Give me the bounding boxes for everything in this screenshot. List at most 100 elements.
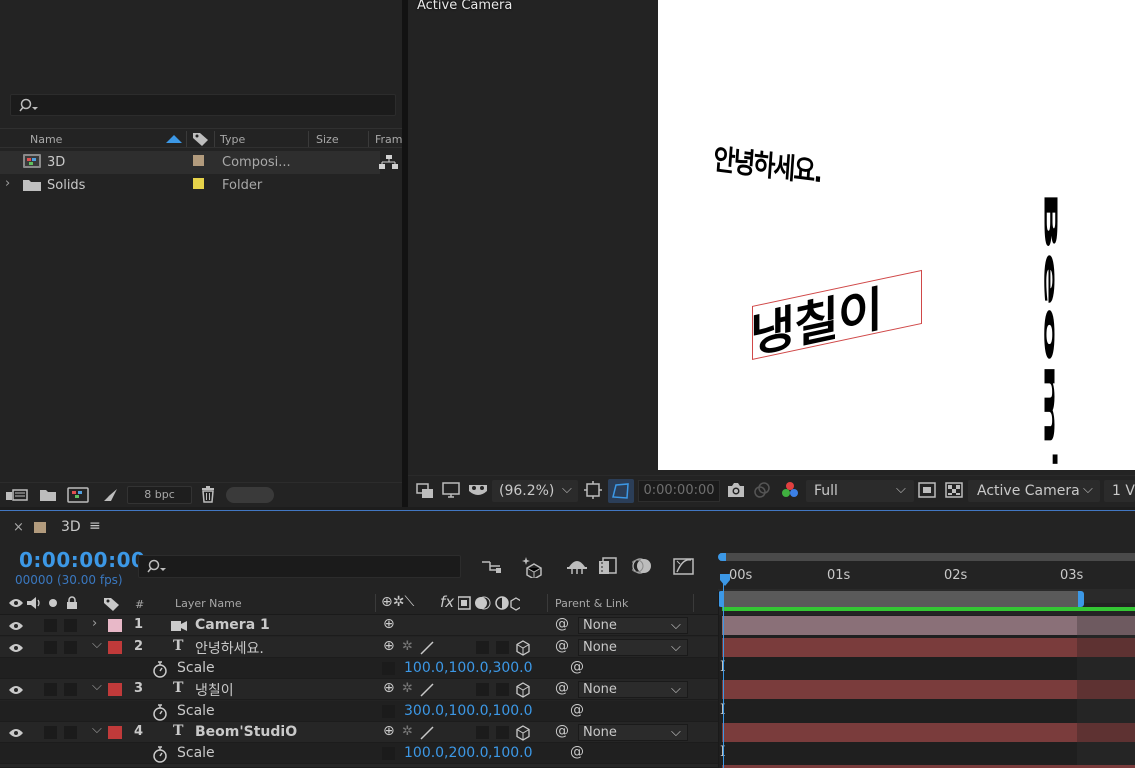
layer-bar-annyeong[interactable] xyxy=(722,638,1077,657)
property-row-scale[interactable]: Scale 100.0 ,200.0 ,100.0 @ xyxy=(0,743,718,764)
layer-label-swatch[interactable] xyxy=(108,619,122,632)
layer-search-input[interactable] xyxy=(138,555,461,578)
shy-switch-icon[interactable]: ⊕ xyxy=(383,680,395,696)
new-folder-icon[interactable] xyxy=(39,488,57,502)
property-row-scale[interactable]: Scale 300.0 ,100.0 ,100.0 @ xyxy=(0,701,718,722)
motion-blur-icon[interactable] xyxy=(632,557,652,575)
collapse-switch-icon[interactable]: ✲ xyxy=(402,639,413,654)
audio-speaker-icon[interactable] xyxy=(26,596,42,610)
scale-z-value[interactable]: ,100.0 xyxy=(488,745,533,761)
always-preview-icon[interactable] xyxy=(416,483,434,499)
adjustment-switch[interactable] xyxy=(476,641,489,654)
canvas-text-beomstudio[interactable]: Beom'StudiO xyxy=(1040,190,1060,470)
lock-switch[interactable] xyxy=(64,641,77,654)
3d-layer-cube-icon[interactable] xyxy=(515,682,531,698)
region-of-interest-icon[interactable] xyxy=(584,481,602,499)
layer-name[interactable]: 냉칠이 xyxy=(195,680,234,700)
layer-bar-camera[interactable] xyxy=(722,616,1077,635)
parent-dropdown[interactable]: None ⌵ xyxy=(578,617,688,634)
shy-switch-icon[interactable]: ⊕ xyxy=(383,616,395,632)
pick-whip-icon[interactable]: @ xyxy=(570,659,584,675)
layer-row-beomstudio[interactable]: ⌵ 4 T Beom'StudiO ⊕ ✲ @ None ⌵ xyxy=(0,722,718,743)
pick-whip-icon[interactable]: @ xyxy=(570,702,584,718)
toggle-transparency-grid-icon[interactable] xyxy=(945,482,963,498)
stopwatch-icon[interactable] xyxy=(152,661,168,678)
solo-switch[interactable] xyxy=(44,726,57,739)
frame-blending-icon[interactable] xyxy=(598,557,618,575)
camera-snapshot-icon[interactable] xyxy=(727,482,745,498)
view-layout-dropdown[interactable]: 1 Vi xyxy=(1104,480,1135,502)
parent-dropdown[interactable]: None ⌵ xyxy=(578,639,688,656)
video-eye-icon[interactable] xyxy=(8,621,24,631)
project-item-solids[interactable]: › Solids Folder xyxy=(0,174,380,197)
thumbnail-slider[interactable] xyxy=(226,487,274,503)
zoom-dropdown[interactable]: (96.2%) ⌵ xyxy=(492,480,578,502)
pick-whip-icon[interactable]: @ xyxy=(555,723,569,739)
resolution-dropdown[interactable]: Full ⌵ xyxy=(806,480,914,502)
collapse-chevron-icon[interactable]: ⌵ xyxy=(92,637,102,652)
work-area-bar[interactable] xyxy=(722,591,1080,607)
project-search-input[interactable] xyxy=(10,94,396,116)
scale-x-value[interactable]: 300.0 xyxy=(404,703,444,719)
flowchart-icon[interactable] xyxy=(377,155,401,169)
new-composition-icon[interactable] xyxy=(67,487,89,503)
video-eye-icon[interactable] xyxy=(8,643,24,653)
motion-blur-switch[interactable] xyxy=(496,726,509,739)
lock-switch[interactable] xyxy=(64,619,77,632)
scale-y-value[interactable]: ,100.0 xyxy=(444,660,489,676)
quality-switch-icon[interactable] xyxy=(420,641,434,655)
layer-bar-camera-tail[interactable] xyxy=(1077,616,1135,635)
monitor-icon[interactable] xyxy=(442,482,460,498)
layer-label-swatch[interactable] xyxy=(108,726,122,739)
navigator-start-handle[interactable] xyxy=(718,553,726,561)
scale-x-value[interactable]: 100.0 xyxy=(404,745,444,761)
lock-switch[interactable] xyxy=(64,726,77,739)
shy-switch-icon[interactable]: ⊕ xyxy=(383,638,395,654)
layer-bar-naengchil-tail[interactable] xyxy=(1077,680,1135,699)
project-item-3d[interactable]: 3D Composi... xyxy=(0,151,398,174)
show-snapshot-icon[interactable] xyxy=(753,481,771,499)
composition-canvas[interactable]: 안녕하세요. Beom'StudiO 냉칠이 xyxy=(658,0,1135,470)
panel-divider[interactable] xyxy=(718,591,719,768)
pick-whip-icon[interactable]: @ xyxy=(555,638,569,654)
collapse-chevron-icon[interactable]: ⌵ xyxy=(92,679,102,694)
expand-chevron-icon[interactable]: › xyxy=(5,176,10,191)
label-tag-icon[interactable] xyxy=(103,596,121,611)
work-area-end-handle[interactable] xyxy=(1078,591,1084,607)
scale-y-value[interactable]: ,200.0 xyxy=(444,745,489,761)
column-frame-rate[interactable]: Fram xyxy=(375,133,403,146)
layer-bar-beomstudio-tail[interactable] xyxy=(1077,723,1135,742)
parent-dropdown[interactable]: None ⌵ xyxy=(578,681,688,698)
quality-switch-icon[interactable] xyxy=(420,683,434,697)
column-layer-name[interactable]: Layer Name xyxy=(175,597,242,610)
render-queue-icon[interactable] xyxy=(101,487,119,503)
layer-row-annyeong[interactable]: ⌵ 2 T 안녕하세요. ⊕ ✲ @ None ⌵ xyxy=(0,637,718,658)
3d-view-dropdown[interactable]: Active Camera ⌵ xyxy=(968,480,1100,502)
column-type[interactable]: Type xyxy=(220,133,245,146)
motion-blur-switch[interactable] xyxy=(496,641,509,654)
column-parent-link[interactable]: Parent & Link xyxy=(555,597,628,610)
layer-row-camera[interactable]: › 1 Camera 1 ⊕ @ None ⌵ xyxy=(0,615,718,636)
solo-dot-icon[interactable] xyxy=(48,598,58,608)
expand-chevron-icon[interactable]: › xyxy=(92,616,97,631)
property-row-scale[interactable]: Scale 100.0 ,100.0 ,300.0 @ xyxy=(0,658,718,679)
layer-name[interactable]: Camera 1 xyxy=(195,617,270,633)
video-eye-icon[interactable] xyxy=(8,598,24,608)
collapse-switch-icon[interactable]: ✲ xyxy=(402,724,413,739)
video-eye-icon[interactable] xyxy=(8,685,24,695)
video-eye-icon[interactable] xyxy=(8,728,24,738)
time-navigator[interactable] xyxy=(720,553,1135,561)
motion-blur-switch[interactable] xyxy=(496,683,509,696)
solo-switch[interactable] xyxy=(44,619,57,632)
close-tab-icon[interactable]: × xyxy=(13,520,24,535)
stopwatch-icon[interactable] xyxy=(152,746,168,763)
scale-x-value[interactable]: 100.0 xyxy=(404,660,444,676)
solo-switch[interactable] xyxy=(44,683,57,696)
scale-z-value[interactable]: ,100.0 xyxy=(488,703,533,719)
graph-editor-icon[interactable] xyxy=(673,556,695,576)
draft-3d-icon[interactable] xyxy=(522,556,546,578)
label-color-swatch[interactable] xyxy=(193,178,204,189)
adjustment-switch[interactable] xyxy=(476,683,489,696)
layer-bar-annyeong-tail[interactable] xyxy=(1077,638,1135,657)
scale-y-value[interactable]: ,100.0 xyxy=(444,703,489,719)
